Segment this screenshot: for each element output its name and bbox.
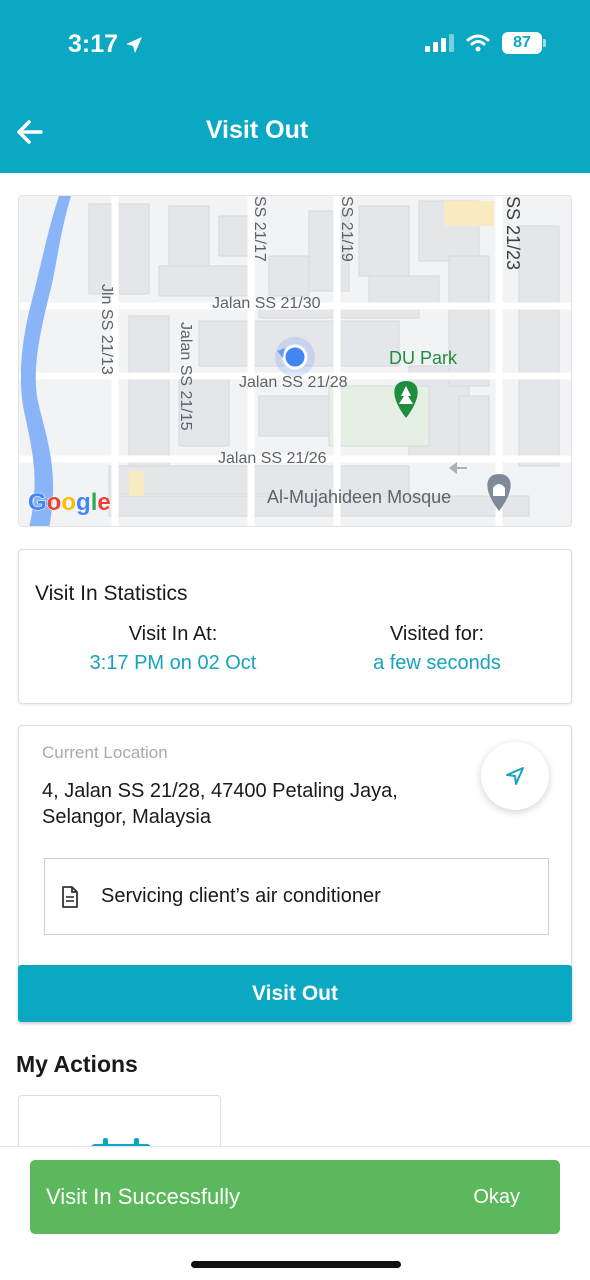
wifi-icon [466, 34, 490, 52]
current-location-address: 4, Jalan SS 21/28, 47400 Petaling Jaya, … [42, 780, 398, 828]
map-label-jln-ss-21-13: Jln SS 21/13 [98, 284, 115, 375]
toast-message: Visit In Successfully [46, 1184, 241, 1209]
success-toast: Visit In Successfully Okay [30, 1160, 560, 1234]
google-logo: Google [28, 489, 112, 517]
document-icon [62, 885, 78, 908]
home-indicator [191, 1261, 401, 1268]
visit-in-stat: Visit In At: 3:17 PM on 02 Oct [53, 623, 293, 675]
app-header: 3:17 87 Visit Out [0, 0, 590, 173]
toast-okay-button[interactable]: Okay [473, 1186, 520, 1209]
visit-in-value: 3:17 PM on 02 Oct [89, 652, 257, 674]
map-label-ss-21-17: SS 21/17 [251, 196, 268, 262]
svg-text:Google: Google [28, 489, 111, 516]
current-location-card: Current Location 4, Jalan SS 21/28, 4740… [18, 725, 572, 1022]
my-actions-heading: My Actions [16, 1051, 138, 1077]
map-label-mosque: Al-Mujahideen Mosque [267, 487, 451, 507]
visited-for-label: Visited for: [389, 623, 485, 645]
status-indicators: 87 [425, 32, 546, 54]
page-title: Visit Out [205, 116, 309, 144]
navigate-button[interactable] [481, 742, 549, 810]
status-time: 3:17 [68, 30, 144, 59]
signal-icon [425, 34, 454, 52]
map-label-jalan-ss-21-30: Jalan SS 21/30 [212, 295, 321, 312]
map-label-jalan-ss-21-26: Jalan SS 21/26 [218, 450, 327, 467]
map-label-jalan-ss-21-15: Jalan SS 21/15 [177, 322, 194, 431]
visit-note-text: Servicing client’s air conditioner [101, 885, 381, 907]
visited-for-value: a few seconds [373, 652, 501, 674]
battery-icon: 87 [502, 32, 546, 54]
current-location-label: Current Location [42, 743, 168, 762]
map-label-du-park: DU Park [389, 348, 458, 368]
map-label-ss-21-19: SS 21/19 [338, 196, 355, 262]
map-label-jalan-ss-21-28: Jalan SS 21/28 [239, 374, 348, 391]
stats-title: Visit In Statistics [35, 582, 188, 605]
map-label-ss-21-23: SS 21/23 [503, 196, 523, 270]
status-time-text: 3:17 [68, 30, 119, 58]
navigation-arrow-icon [506, 767, 524, 785]
map-view[interactable]: Jalan SS 21/30 Jalan SS 21/28 Jalan SS 2… [18, 195, 572, 527]
visited-for-stat: Visited for: a few seconds [317, 623, 557, 675]
visit-note[interactable]: Servicing client’s air conditioner [44, 858, 549, 935]
visit-in-label: Visit In At: [128, 623, 218, 645]
location-arrow-icon [126, 36, 143, 53]
visit-statistics-card: Visit In Statistics Visit In At: 3:17 PM… [18, 549, 572, 704]
visit-out-button[interactable]: Visit Out [18, 965, 572, 1022]
